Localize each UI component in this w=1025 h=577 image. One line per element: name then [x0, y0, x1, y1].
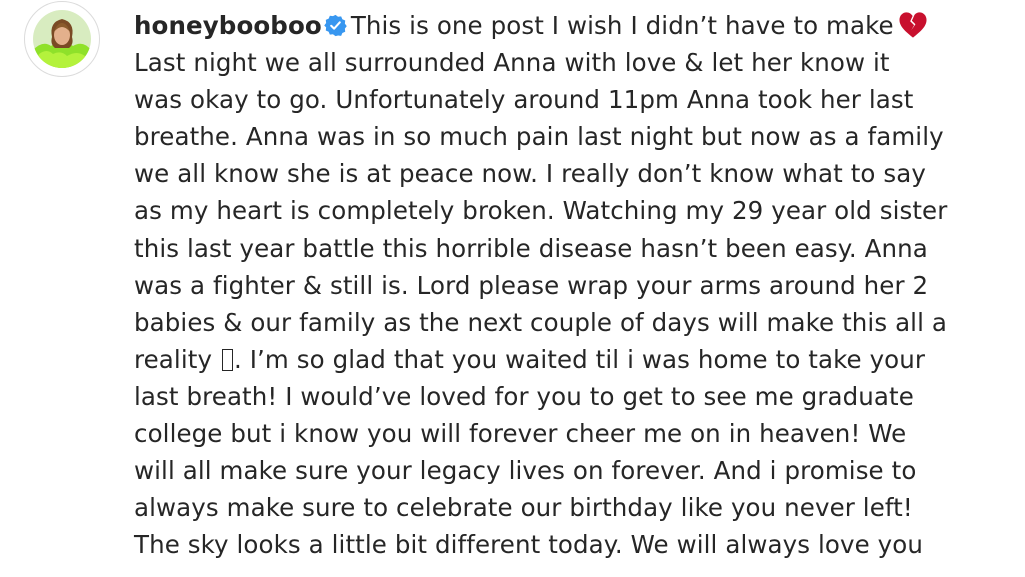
username-link[interactable]: honeybooboo	[134, 11, 322, 40]
caption-line: was a fighter & still is. Lord please wr…	[134, 270, 929, 300]
caption-line: this last year battle this horrible dise…	[134, 233, 928, 263]
caption-line: college but i know you will forever chee…	[134, 419, 907, 449]
post-caption: honeybooboo This is one post I wish I did…	[134, 7, 1014, 563]
caption-line: as my heart is completely broken. Watchi…	[134, 196, 948, 226]
caption-line: Last night we all surrounded Anna with l…	[134, 48, 890, 78]
caption-line: always make sure to celebrate our birthd…	[134, 493, 913, 523]
caption-line: babies & our family as the next couple o…	[134, 307, 947, 337]
profile-avatar[interactable]	[24, 1, 100, 77]
instagram-post-caption: honeybooboo This is one post I wish I did…	[0, 0, 1025, 577]
missing-emoji-glyph	[221, 348, 233, 371]
caption-line: reality . I’m so glad that you waited ti…	[134, 341, 1014, 378]
caption-line: was okay to go. Unfortunately around 11p…	[134, 85, 914, 115]
verified-badge-icon	[324, 14, 347, 37]
caption-text: This is one post I wish I didn’t have to…	[350, 11, 894, 40]
caption-text: . I’m so glad that you waited til i was …	[233, 344, 926, 374]
caption-line: honeybooboo This is one post I wish I did…	[134, 7, 1014, 44]
caption-line: we all know she is at peace now. I reall…	[134, 159, 926, 189]
caption-text: reality	[134, 344, 213, 374]
caption-line: will all make sure your legacy lives on …	[134, 456, 917, 486]
caption-line: The sky looks a little bit different tod…	[134, 530, 923, 560]
avatar-photo	[33, 10, 91, 68]
caption-line: breathe. Anna was in so much pain last n…	[134, 122, 944, 152]
broken-heart-icon	[899, 12, 927, 38]
caption-line: last breath! I would’ve loved for you to…	[134, 381, 914, 411]
